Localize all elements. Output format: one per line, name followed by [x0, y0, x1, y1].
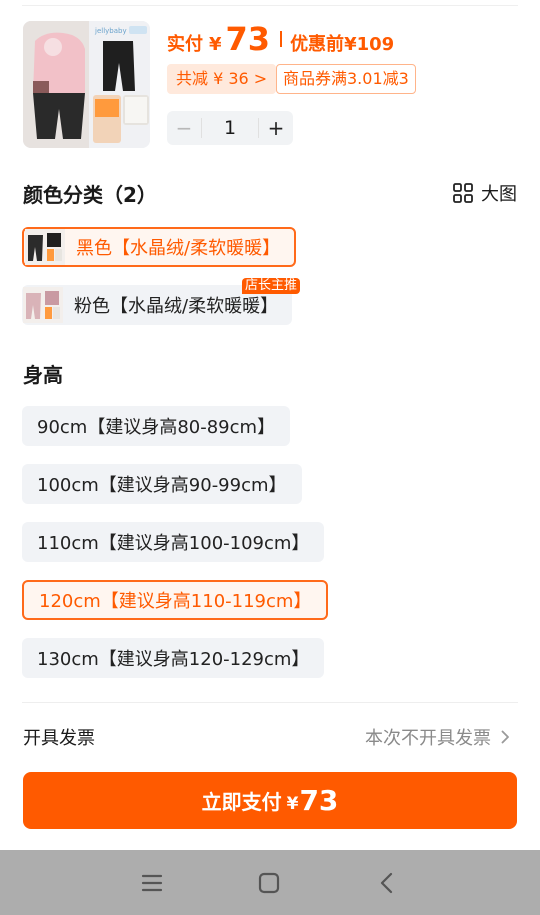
color-swatch-image	[24, 228, 66, 266]
price-separator	[280, 31, 283, 47]
home-icon[interactable]	[256, 870, 282, 896]
decrease-quantity-button[interactable]: −	[167, 111, 201, 145]
height-section-title: 身高	[23, 363, 63, 387]
color-option-label: 黑色【水晶绒/柔软暖暖】	[76, 238, 281, 259]
height-option-110[interactable]: 110cm【建议身高100-109cm】	[22, 522, 325, 562]
height-option-130[interactable]: 130cm【建议身高120-129cm】	[22, 638, 325, 678]
quantity-stepper: − 1 +	[167, 111, 293, 145]
original-price: ¥109	[344, 34, 395, 55]
quantity-value[interactable]: 1	[201, 118, 259, 138]
price-currency: ¥	[209, 34, 222, 55]
pay-now-amount: 73	[299, 784, 339, 817]
product-image-illustration: jellybaby	[23, 21, 150, 148]
color-option-black[interactable]: 黑色【水晶绒/柔软暖暖】	[22, 227, 297, 267]
price-value: 73	[225, 20, 271, 58]
pay-now-currency: ¥	[286, 793, 299, 814]
color-swatch-image	[22, 286, 64, 324]
total-discount-tag[interactable]: 共减 ¥ 36 >	[167, 64, 277, 94]
height-option-120[interactable]: 120cm【建议身高110-119cm】	[22, 580, 329, 620]
height-option-100[interactable]: 100cm【建议身高90-99cm】	[22, 464, 302, 504]
price-line: 实付 ¥ 73 优惠前 ¥109	[167, 20, 394, 58]
grid-icon	[453, 183, 473, 203]
original-price-label: 优惠前	[290, 34, 345, 55]
invoice-label: 开具发票	[23, 728, 95, 749]
height-option-90[interactable]: 90cm【建议身高80-89cm】	[22, 406, 291, 446]
svg-text:jellybaby: jellybaby	[94, 27, 127, 35]
back-icon[interactable]	[374, 870, 400, 896]
product-image[interactable]: jellybaby	[23, 21, 150, 148]
invoice-value: 本次不开具发票	[365, 728, 491, 749]
color-option-label: 粉色【水晶绒/柔软暖暖】	[74, 296, 279, 317]
pay-now-label: 立即支付	[201, 790, 282, 814]
big-view-button[interactable]: 大图	[453, 180, 517, 206]
chevron-right-icon	[501, 730, 509, 744]
increase-quantity-button[interactable]: +	[259, 111, 293, 145]
big-view-label: 大图	[481, 184, 517, 205]
section-divider	[22, 702, 518, 703]
top-divider	[22, 5, 518, 6]
coupon-tag: 商品券满3.01减3	[276, 64, 416, 94]
system-navigation-bar	[0, 850, 540, 915]
color-section-title: 颜色分类（2）	[23, 183, 157, 207]
pay-now-button[interactable]: 立即支付 ¥ 73	[23, 772, 517, 829]
price-label: 实付	[167, 34, 203, 55]
recommended-badge: 店长主推	[242, 278, 301, 294]
invoice-selector[interactable]: 本次不开具发票	[365, 724, 510, 750]
menu-icon[interactable]	[139, 870, 165, 896]
